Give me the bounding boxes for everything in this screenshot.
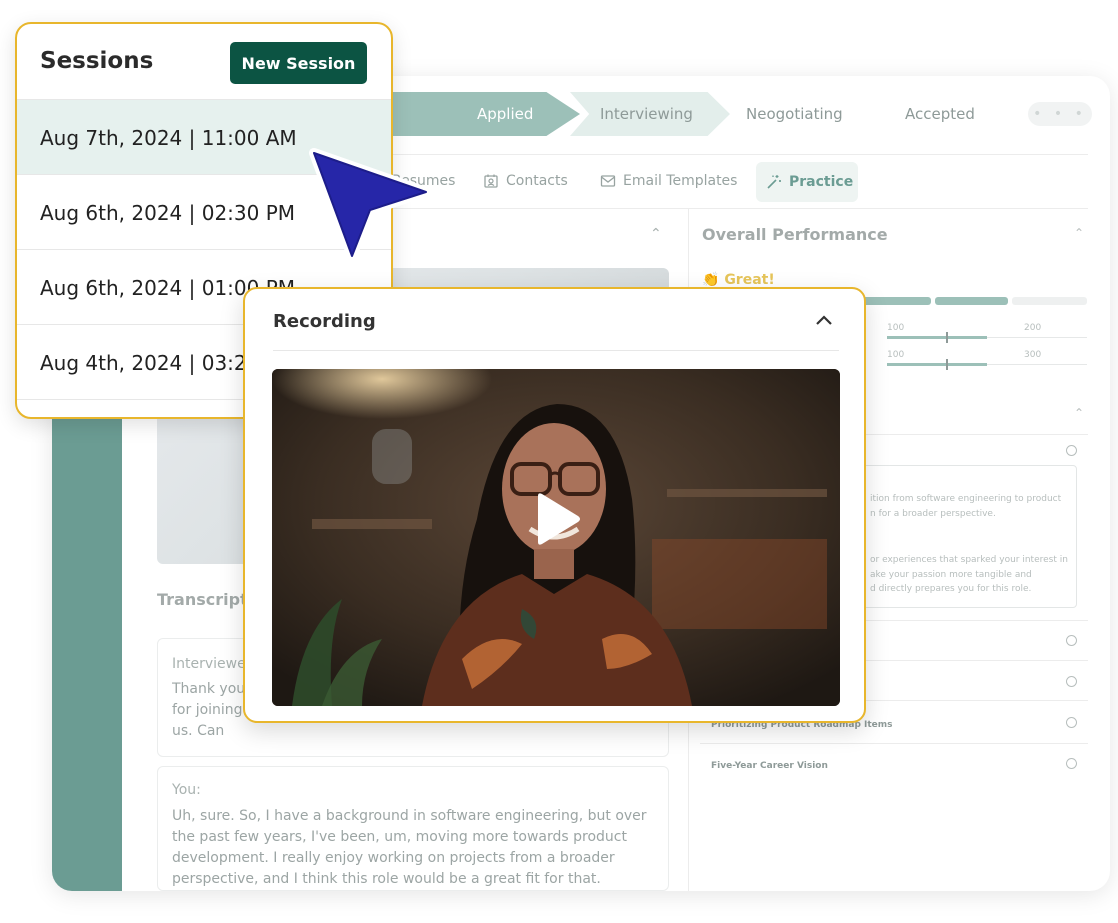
mail-icon	[600, 175, 616, 187]
collapse-chevron-icon[interactable]: ⌃	[1074, 226, 1084, 240]
video-player[interactable]	[272, 369, 840, 706]
collapse-chevron-icon[interactable]: ⌃	[1074, 406, 1084, 420]
performance-bar-segment	[935, 297, 1008, 305]
scale-label: 200	[1024, 323, 1042, 333]
performance-bar-segment	[858, 297, 931, 305]
message-text: Uh, sure. So, I have a background in sof…	[172, 808, 647, 887]
expand-circle-icon[interactable]	[1066, 445, 1077, 456]
step-accepted[interactable]: Accepted	[905, 92, 975, 136]
feedback-text: or experiences that sparked your interes…	[870, 555, 1068, 565]
scale-label: 300	[1024, 350, 1042, 360]
new-session-button[interactable]: New Session	[230, 42, 367, 84]
recording-divider	[273, 350, 839, 351]
feedback-text: d directly prepares you for this role.	[870, 584, 1032, 594]
expand-circle-icon[interactable]	[1066, 635, 1077, 646]
section-divider	[860, 434, 1088, 435]
recording-panel: Recording	[243, 287, 866, 723]
tab-email-templates[interactable]: Email Templates	[600, 170, 737, 192]
play-icon[interactable]	[532, 492, 582, 546]
expand-circle-icon[interactable]	[1066, 717, 1077, 728]
step-negotiating[interactable]: Neogotiating	[746, 92, 843, 136]
message-text: Thank you for joining us. Can you tell m…	[172, 681, 246, 739]
sessions-title: Sessions	[40, 48, 154, 74]
scale-label: 100	[887, 323, 905, 333]
slider-marker	[946, 332, 948, 343]
chevron-up-icon[interactable]	[815, 313, 833, 327]
collapse-chevron-icon[interactable]: ⌃	[650, 226, 662, 242]
recording-title: Recording	[273, 311, 376, 332]
slider-fill	[887, 363, 987, 366]
contacts-icon	[484, 174, 498, 188]
slider-fill	[887, 336, 987, 339]
feedback-text: ake your passion more tangible and	[870, 570, 1032, 580]
question-item[interactable]: Five-Year Career Vision	[711, 761, 828, 771]
tab-practice[interactable]: Practice	[756, 162, 858, 202]
cursor-arrow-icon	[309, 148, 431, 261]
transcript-heading: Transcript	[157, 590, 248, 609]
screen: Applied Interviewing Neogotiating Accept…	[0, 0, 1118, 923]
slider-marker	[946, 359, 948, 370]
step-interviewing[interactable]: Interviewing	[570, 92, 730, 136]
message-speaker: You:	[172, 782, 201, 798]
feedback-text: n for a broader perspective.	[870, 509, 996, 519]
feedback-text: ition from software engineering to produ…	[870, 494, 1062, 504]
tab-contacts[interactable]: Contacts	[483, 170, 568, 192]
overall-performance-title: Overall Performance	[702, 225, 888, 244]
performance-bar-segment	[1012, 297, 1087, 305]
performance-rating: 👏 Great!	[702, 272, 775, 288]
application-stepper: Applied Interviewing Neogotiating Accept…	[340, 92, 1100, 136]
section-divider	[700, 743, 1088, 744]
expand-circle-icon[interactable]	[1066, 758, 1077, 769]
stepper-divider	[392, 154, 1088, 155]
magic-wand-icon	[767, 175, 781, 189]
scale-label: 100	[887, 350, 905, 360]
more-steps-button[interactable]: • • •	[1028, 102, 1092, 126]
expand-circle-icon[interactable]	[1066, 676, 1077, 687]
